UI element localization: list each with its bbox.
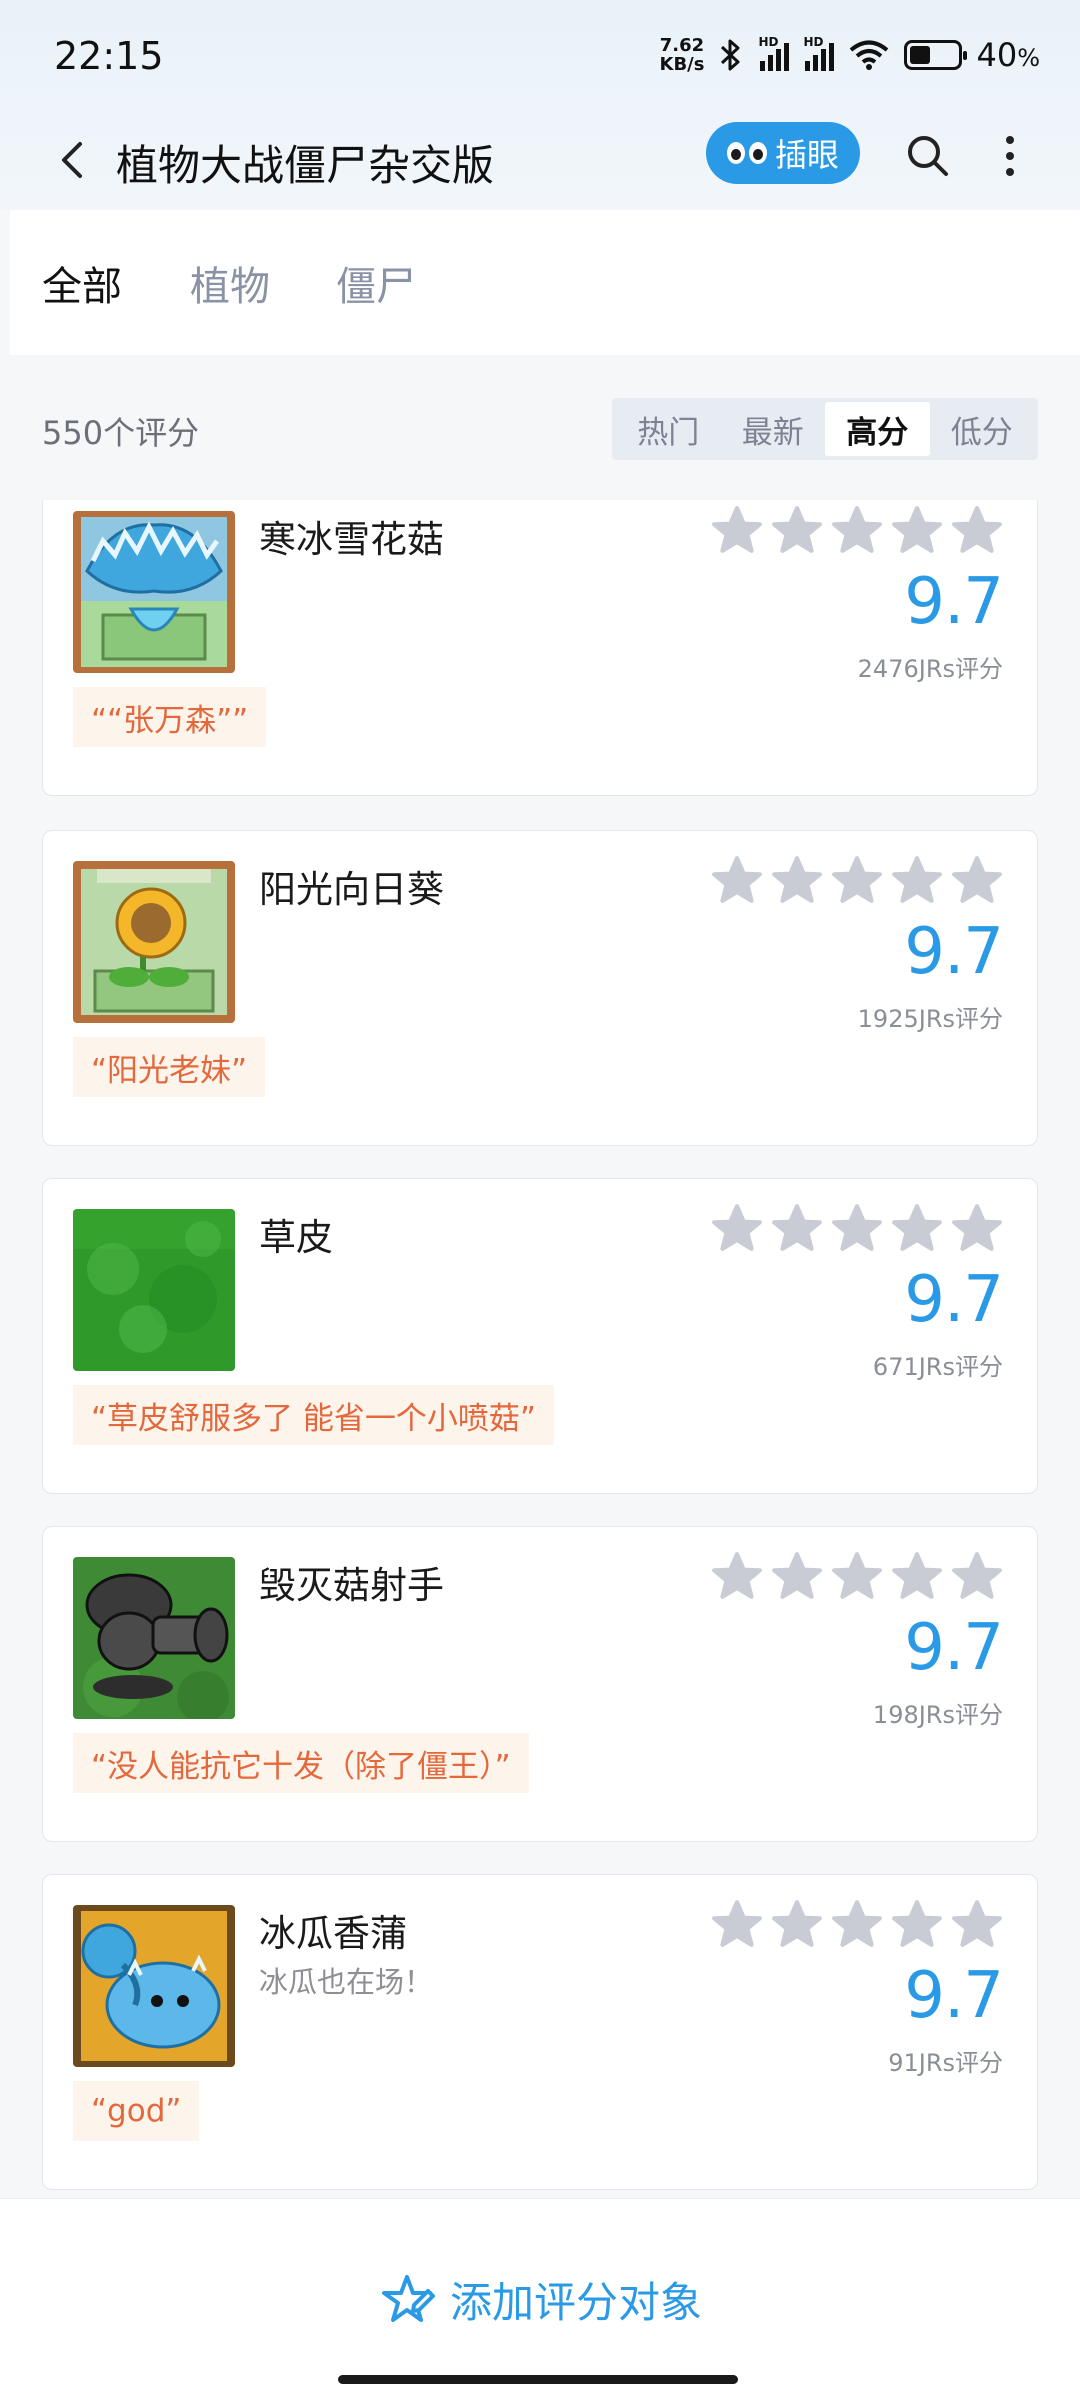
star-icon <box>772 1900 822 1947</box>
sunflower-card-image <box>73 861 235 1023</box>
star-icon <box>952 1900 1002 1947</box>
grass-turf-image <box>73 1209 235 1371</box>
rating-card[interactable]: 寒冰雪花菇 9.7 2476JRs评分 ““张万森”” <box>42 500 1038 796</box>
star-icon <box>892 1900 942 1947</box>
star-rating <box>711 1203 1003 1253</box>
sort-newest[interactable]: 最新 <box>721 402 826 456</box>
star-icon <box>832 1552 882 1599</box>
home-indicator[interactable] <box>338 2375 738 2384</box>
star-rating <box>711 1551 1003 1601</box>
vote-count: 91JRs评分 <box>888 2049 1003 2077</box>
score: 9.7 <box>904 1611 1004 1685</box>
star-icon <box>832 1900 882 1947</box>
star-icon <box>772 506 822 553</box>
star-icon <box>712 1204 762 1251</box>
tab-all[interactable]: 全部 <box>42 254 122 312</box>
sort-hot[interactable]: 热门 <box>616 402 721 456</box>
winter-melon-cattail-card-image <box>73 1905 235 2067</box>
score: 9.7 <box>904 1959 1004 2033</box>
top-comment-tag[interactable]: “阳光老妹” <box>73 1037 266 1097</box>
sort-selector: 热门 最新 高分 低分 <box>612 398 1038 460</box>
bluetooth-icon <box>721 39 740 71</box>
rating-list[interactable]: 寒冰雪花菇 9.7 2476JRs评分 ““张万森”” 阳光向日葵 9.7 19… <box>0 500 1080 2198</box>
item-name: 毁灭菇射手 <box>259 1564 444 1607</box>
doom-shooter-image <box>73 1557 235 1719</box>
star-icon <box>772 1552 822 1599</box>
star-pencil-icon <box>382 2274 435 2322</box>
rating-count: 550个评分 <box>42 414 200 452</box>
star-icon <box>952 506 1002 553</box>
star-rating <box>711 505 1003 555</box>
item-description: 冰瓜也在场！ <box>259 1965 434 1999</box>
vote-count: 198JRs评分 <box>872 1701 1003 1729</box>
snow-mushroom-card-image <box>73 511 235 673</box>
top-comment-tag[interactable]: “没人能抗它十发（除了僵王）” <box>73 1733 529 1793</box>
page-title: 植物大战僵尸杂交版 <box>116 141 495 190</box>
sort-high-score[interactable]: 高分 <box>825 402 930 456</box>
app-header: 植物大战僵尸杂交版 插眼 <box>0 110 1080 210</box>
star-rating <box>711 855 1003 905</box>
star-icon <box>712 1900 762 1947</box>
star-icon <box>892 856 942 903</box>
item-name: 阳光向日葵 <box>259 868 444 911</box>
item-name: 草皮 <box>259 1216 333 1259</box>
status-icons: 7.62 KB/s HD HD 40% <box>660 30 1041 80</box>
peek-button-label: 插眼 <box>774 136 839 174</box>
sort-low-score[interactable]: 低分 <box>930 402 1035 456</box>
star-icon <box>772 856 822 903</box>
rating-card[interactable]: 草皮 9.7 671JRs评分 “草皮舒服多了 能省一个小喷菇” <box>42 1178 1038 1494</box>
star-icon <box>892 1552 942 1599</box>
star-icon <box>712 506 762 553</box>
more-options-icon[interactable] <box>990 126 1030 186</box>
battery-icon <box>904 40 968 70</box>
network-speed: 7.62 KB/s <box>659 35 705 75</box>
bottom-action-bar: 添加评分对象 <box>0 2198 1080 2400</box>
star-icon <box>712 1552 762 1599</box>
score: 9.7 <box>904 1263 1004 1337</box>
rating-card[interactable]: 毁灭菇射手 9.7 198JRs评分 “没人能抗它十发（除了僵王）” <box>42 1526 1038 1842</box>
top-comment-tag[interactable]: “草皮舒服多了 能省一个小喷菇” <box>73 1385 554 1445</box>
back-arrow-icon[interactable] <box>52 130 92 190</box>
vote-count: 1925JRs评分 <box>857 1005 1003 1033</box>
tab-plants[interactable]: 植物 <box>190 254 270 312</box>
tab-zombies[interactable]: 僵尸 <box>336 254 416 312</box>
star-icon <box>892 506 942 553</box>
item-name: 寒冰雪花菇 <box>259 518 444 561</box>
star-rating <box>711 1899 1003 1949</box>
star-icon <box>952 1204 1002 1251</box>
signal-icon: HD <box>758 35 790 71</box>
star-icon <box>772 1204 822 1251</box>
star-icon <box>712 856 762 903</box>
search-icon[interactable] <box>900 128 956 184</box>
vote-count: 671JRs评分 <box>872 1353 1003 1381</box>
add-rating-object-label: 添加评分对象 <box>450 2278 703 2327</box>
add-rating-object-button[interactable]: 添加评分对象 <box>378 2269 702 2330</box>
wifi-icon <box>850 40 889 70</box>
top-comment-tag[interactable]: “god” <box>73 2081 200 2141</box>
status-bar: 22:15 7.62 KB/s HD HD 40% <box>0 0 1080 110</box>
score: 9.7 <box>904 915 1004 989</box>
star-icon <box>832 1204 882 1251</box>
star-icon <box>892 1204 942 1251</box>
signal-icon: HD <box>803 35 835 71</box>
rating-card[interactable]: 阳光向日葵 9.7 1925JRs评分 “阳光老妹” <box>42 830 1038 1146</box>
battery-percent: 40% <box>976 36 1040 74</box>
star-icon <box>832 856 882 903</box>
rating-card[interactable]: 冰瓜香蒲 冰瓜也在场！ 9.7 91JRs评分 “god” <box>42 1874 1038 2190</box>
eyes-icon <box>726 142 767 164</box>
score: 9.7 <box>904 565 1004 639</box>
vote-count: 2476JRs评分 <box>857 655 1003 683</box>
top-comment-tag[interactable]: ““张万森”” <box>73 687 267 747</box>
star-icon <box>952 856 1002 903</box>
status-time: 22:15 <box>54 34 164 78</box>
item-name: 冰瓜香蒲 <box>259 1912 407 1955</box>
peek-button[interactable]: 插眼 <box>706 122 860 184</box>
star-icon <box>952 1552 1002 1599</box>
star-icon <box>832 506 882 553</box>
category-tabs: 全部 植物 僵尸 <box>10 210 1080 355</box>
